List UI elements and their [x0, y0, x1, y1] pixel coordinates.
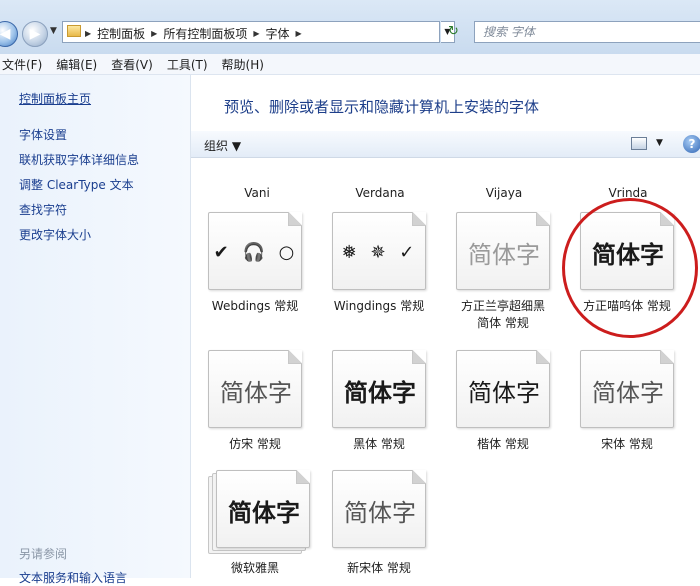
font-item-label: 方正兰亭超细黑 简体 常规	[460, 299, 545, 330]
font-item-label: 黑体 常规	[353, 437, 405, 451]
menu-help[interactable]: 帮助(H)	[220, 56, 272, 73]
font-preview-text: 简体字	[220, 378, 292, 407]
search-input[interactable]: 搜索 字体	[474, 21, 700, 43]
font-preview-thumbnail: 简体字	[456, 350, 550, 428]
font-preview-text: 简体字	[344, 378, 416, 407]
navigation-pane: 控制面板主页 字体设置 联机获取字体详细信息 调整 ClearType 文本 查…	[0, 75, 191, 585]
font-preview-thumbnail: 简体字	[208, 350, 302, 428]
breadcrumb-all-items[interactable]: 所有控制面板项	[157, 25, 253, 42]
font-item-label: 宋体 常规	[601, 437, 653, 451]
menu-view[interactable]: 查看(V)	[109, 56, 161, 73]
refresh-icon[interactable]: ↻	[448, 24, 459, 39]
font-item-label: 仿宋 常规	[229, 437, 281, 451]
breadcrumb-control-panel[interactable]: 控制面板	[91, 25, 151, 42]
font-item-label: 新宋体 常规	[347, 561, 411, 575]
organize-label: 组织	[204, 139, 229, 153]
font-item-vijaya[interactable]: Vijaya	[449, 186, 559, 200]
chevron-right-icon[interactable]: ▶	[296, 29, 302, 38]
font-preview-text: 简体字	[468, 378, 540, 407]
font-preview-text: 简体字	[592, 378, 664, 407]
cleartype-link[interactable]: 调整 ClearType 文本	[19, 176, 134, 193]
breadcrumb: ▶ 控制面板 ▶ 所有控制面板项 ▶ 字体 ▶	[85, 25, 302, 42]
font-item-label: Wingdings 常规	[333, 299, 425, 313]
command-bar: 组织 ▼ ▼ ?	[191, 131, 700, 158]
recent-pages-dropdown[interactable]: ▼	[50, 26, 57, 36]
font-preview-text: 简体字	[344, 498, 416, 527]
font-item-vani[interactable]: Vani	[202, 186, 312, 200]
address-field[interactable]: ▶ 控制面板 ▶ 所有控制面板项 ▶ 字体 ▶	[62, 21, 440, 43]
back-button[interactable]: ◀	[0, 21, 18, 47]
menu-edit[interactable]: 编辑(E)	[54, 56, 105, 73]
folder-icon	[67, 25, 81, 37]
online-font-info-link[interactable]: 联机获取字体详细信息	[19, 151, 139, 168]
font-item-label: 微软雅黑	[230, 561, 279, 575]
menu-file[interactable]: 文件(F)	[0, 56, 50, 73]
font-preview-thumbnail: 简体字	[216, 470, 310, 548]
font-preview-thumbnail: 简体字	[456, 212, 550, 290]
font-preview-thumbnail: 简体字	[332, 470, 426, 548]
menu-bar: 文件(F) 编辑(E) 查看(V) 工具(T) 帮助(H)	[0, 54, 700, 75]
font-preview-text: 简体字	[228, 498, 300, 527]
font-item-verdana[interactable]: Verdana	[325, 186, 435, 200]
breadcrumb-fonts[interactable]: 字体	[260, 25, 296, 42]
font-preview-thumbnail: 简体字	[332, 350, 426, 428]
search-placeholder: 搜索 字体	[483, 25, 535, 39]
menu-tools[interactable]: 工具(T)	[165, 56, 216, 73]
font-preview-text: 简体字	[468, 240, 540, 269]
change-font-size-link[interactable]: 更改字体大小	[19, 226, 91, 243]
font-item-label: 楷体 常规	[477, 437, 529, 451]
control-panel-home-link[interactable]: 控制面板主页	[19, 90, 91, 107]
webdings-preview: ✔ 🎧 ○	[213, 241, 299, 263]
view-options-icon[interactable]	[631, 137, 647, 150]
highlight-circle-annotation	[562, 198, 698, 338]
view-dropdown[interactable]: ▼	[656, 138, 663, 148]
font-preview-thumbnail: ✔ 🎧 ○	[208, 212, 302, 290]
page-title: 预览、删除或者显示和隐藏计算机上安装的字体	[224, 98, 540, 116]
find-character-link[interactable]: 查找字符	[19, 201, 67, 218]
font-preview-thumbnail: ❅ ✵ ✓	[332, 212, 426, 290]
organize-button[interactable]: 组织 ▼	[204, 137, 241, 154]
address-bar: ◀ ▶ ▼ ▶ 控制面板 ▶ 所有控制面板项 ▶ 字体 ▶ ▼ ↻ 搜索 字体	[0, 0, 700, 54]
font-settings-link[interactable]: 字体设置	[19, 126, 67, 143]
help-icon[interactable]: ?	[683, 135, 700, 153]
font-preview-thumbnail: 简体字	[580, 350, 674, 428]
see-also-heading: 另请参阅	[19, 547, 68, 561]
font-item-label: Webdings 常规	[211, 299, 299, 313]
forward-button[interactable]: ▶	[22, 21, 48, 47]
wingdings-preview: ❅ ✵ ✓	[341, 241, 419, 263]
